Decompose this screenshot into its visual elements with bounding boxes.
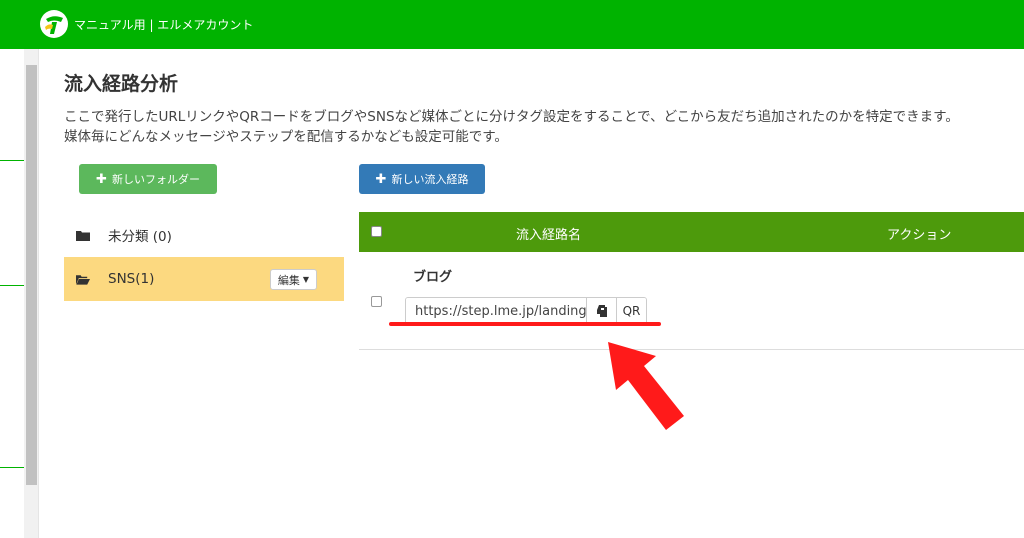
- folder-item-uncategorized[interactable]: 未分類 (0): [64, 213, 344, 257]
- scrollbar-thumb[interactable]: [26, 65, 37, 485]
- left-nav-rail: [0, 49, 24, 538]
- nav-divider: [0, 285, 24, 286]
- new-route-button[interactable]: ✚ 新しい流入経路: [359, 164, 485, 194]
- table-row: ブログ QR: [359, 252, 1024, 350]
- new-folder-label: 新しいフォルダー: [111, 173, 200, 186]
- select-all-checkbox[interactable]: [371, 226, 382, 237]
- routes-table-header: 流入経路名 アクション: [359, 212, 1024, 252]
- app-logo[interactable]: [40, 10, 68, 38]
- edit-label: 編集: [277, 273, 300, 287]
- nav-divider: [0, 467, 24, 468]
- route-name: ブログ: [413, 270, 453, 285]
- account-name[interactable]: マニュアル用 | エルメアカウント: [74, 16, 253, 33]
- new-route-label: 新しい流入経路: [391, 173, 469, 186]
- folder-label: 未分類 (0): [108, 229, 172, 245]
- red-arrow-annotation: [608, 342, 684, 430]
- highlight-underline: [389, 322, 661, 326]
- description-line-1: ここで発行したURLリンクやQRコードをブログやSNSなど媒体ごとに分けタグ設定…: [64, 109, 959, 125]
- caret-down-icon: ▼: [302, 275, 310, 284]
- main-content: 流入経路分析 ここで発行したURLリンクやQRコードをブログやSNSなど媒体ごと…: [39, 49, 1024, 538]
- page-title: 流入経路分析: [64, 73, 179, 95]
- qr-label: QR: [622, 304, 641, 318]
- plus-icon: ✚: [96, 171, 107, 187]
- nav-divider: [0, 160, 24, 161]
- row-checkbox[interactable]: [371, 296, 382, 307]
- folder-item-sns[interactable]: SNS(1) 編集 ▼: [64, 257, 344, 301]
- logo-icon: [41, 11, 67, 37]
- copy-url-button[interactable]: [586, 298, 616, 324]
- vertical-scrollbar[interactable]: [24, 49, 39, 538]
- column-header-name: 流入経路名: [516, 228, 582, 243]
- column-header-action: アクション: [887, 228, 952, 243]
- page-description: ここで発行したURLリンクやQRコードをブログやSNSなど媒体ごとに分けタグ設定…: [64, 107, 1024, 147]
- url-input-group: QR: [405, 297, 647, 325]
- qr-code-button[interactable]: QR: [616, 298, 646, 324]
- plus-icon: ✚: [375, 171, 387, 187]
- top-bar: マニュアル用 | エルメアカウント: [0, 0, 1024, 49]
- description-line-2: 媒体毎にどんなメッセージやステップを配信するかなども設定可能です。: [64, 129, 508, 145]
- folder-open-icon: [76, 274, 90, 285]
- new-folder-button[interactable]: ✚ 新しいフォルダー: [79, 164, 217, 194]
- route-url-field[interactable]: [406, 298, 586, 324]
- folder-edit-dropdown[interactable]: 編集 ▼: [270, 269, 317, 290]
- folder-label: SNS(1): [108, 271, 155, 287]
- folder-icon: [76, 230, 90, 241]
- copy-icon: [596, 305, 607, 317]
